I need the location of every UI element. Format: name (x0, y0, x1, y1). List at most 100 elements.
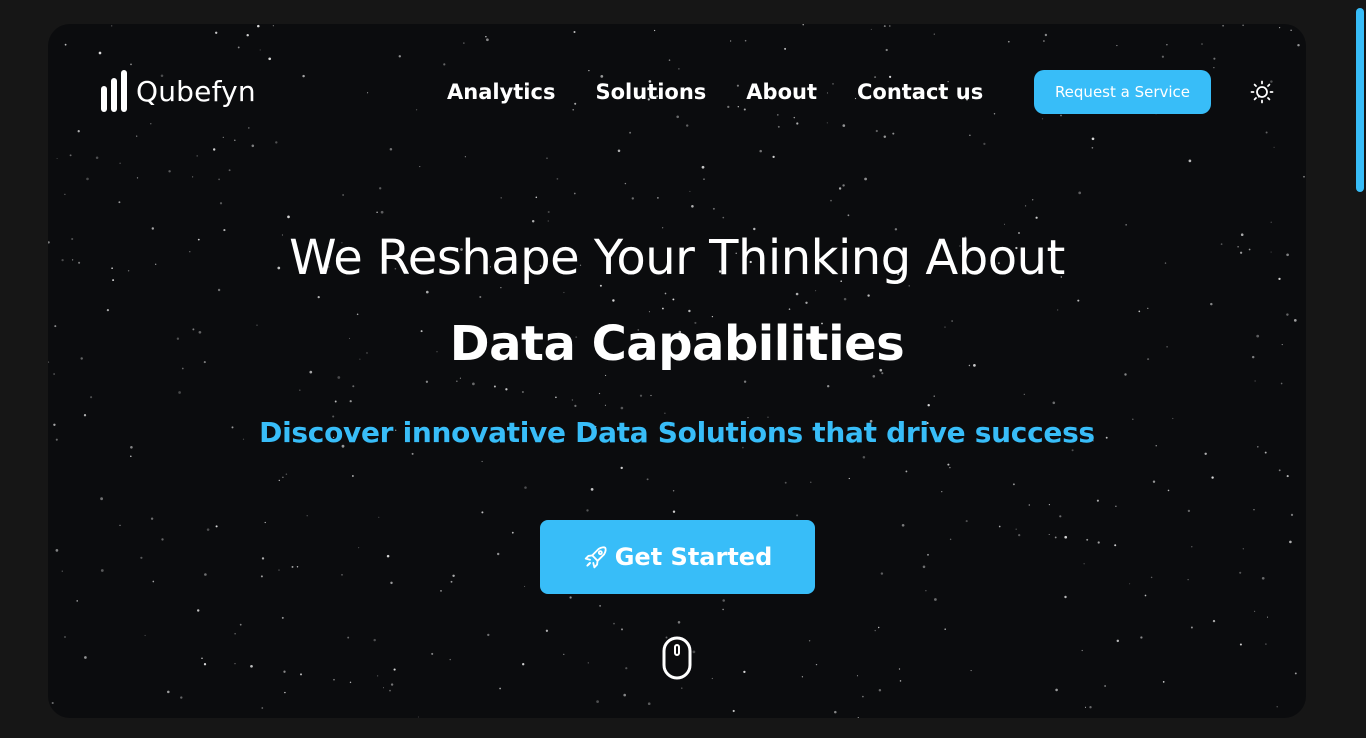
star (1261, 576, 1265, 580)
mouse-icon[interactable] (662, 636, 692, 680)
star (843, 297, 847, 301)
page-scrollbar[interactable] (1354, 0, 1366, 738)
star (282, 476, 284, 479)
star (389, 147, 393, 151)
star (545, 629, 549, 632)
star (701, 165, 705, 169)
star (922, 565, 926, 569)
star (1150, 576, 1153, 579)
star (228, 169, 231, 172)
star (590, 488, 594, 491)
star (1210, 302, 1213, 306)
star (722, 216, 725, 219)
star (524, 486, 527, 489)
star (1089, 706, 1092, 709)
star (1060, 114, 1062, 117)
star (547, 210, 550, 214)
star (76, 600, 78, 602)
star (620, 406, 624, 410)
star (1276, 705, 1278, 708)
star (56, 157, 58, 160)
star (776, 114, 779, 116)
scrollbar-thumb[interactable] (1356, 8, 1364, 192)
star (965, 520, 968, 523)
star (970, 670, 972, 672)
star (711, 677, 713, 680)
get-started-button[interactable]: Get Started (540, 520, 815, 594)
star (572, 109, 574, 111)
star (1267, 616, 1268, 618)
star (692, 650, 696, 654)
star (380, 210, 384, 214)
star (196, 155, 198, 157)
star (1188, 159, 1192, 163)
brand-logo[interactable]: Qubefyn (100, 70, 256, 114)
star (485, 35, 487, 38)
star (650, 394, 652, 397)
star (1289, 540, 1292, 544)
star (511, 531, 514, 534)
star (352, 385, 355, 388)
star (925, 590, 927, 592)
star (259, 49, 261, 51)
star (1044, 33, 1048, 37)
star (927, 553, 929, 556)
star (373, 638, 376, 642)
star (1012, 483, 1015, 486)
star (1096, 499, 1099, 502)
star (64, 636, 66, 638)
star (947, 463, 950, 466)
rocket-icon (584, 546, 607, 569)
star (1279, 27, 1281, 29)
star (1091, 137, 1095, 141)
star (1071, 449, 1074, 452)
nav-item-analytics[interactable]: Analytics (447, 78, 555, 106)
star (623, 693, 626, 697)
star (106, 308, 110, 312)
star (118, 201, 121, 204)
nav-item-contact[interactable]: Contact us (857, 78, 983, 106)
star (801, 676, 804, 678)
star (356, 313, 359, 316)
star (881, 372, 884, 375)
request-service-button[interactable]: Request a Service (1034, 70, 1211, 114)
star (1190, 626, 1193, 629)
get-started-label: Get Started (614, 543, 773, 571)
star (546, 157, 548, 160)
star (191, 176, 194, 178)
star (272, 25, 274, 27)
star (1265, 643, 1267, 645)
star (993, 113, 996, 115)
star (1057, 309, 1059, 311)
star (949, 538, 952, 541)
star (505, 388, 508, 391)
star (234, 663, 236, 665)
star (278, 479, 281, 482)
star (1048, 504, 1050, 506)
star (333, 678, 335, 681)
star (251, 144, 255, 148)
star (889, 25, 891, 27)
star (393, 668, 396, 671)
star (1239, 571, 1242, 574)
nav-item-solutions[interactable]: Solutions (595, 78, 706, 106)
star (795, 292, 799, 296)
star (334, 400, 337, 403)
star (784, 47, 787, 50)
star (178, 391, 181, 394)
star (883, 135, 887, 139)
sun-icon[interactable] (1250, 80, 1274, 104)
star (722, 599, 725, 602)
nav-item-about[interactable]: About (746, 78, 817, 106)
star (857, 716, 859, 718)
star (1124, 373, 1127, 376)
star (1028, 504, 1030, 506)
star (815, 290, 817, 292)
star (1280, 382, 1283, 385)
star (1138, 310, 1141, 313)
star (688, 309, 691, 313)
star (569, 596, 572, 599)
star (729, 40, 732, 42)
star (901, 523, 905, 527)
star (744, 39, 747, 42)
